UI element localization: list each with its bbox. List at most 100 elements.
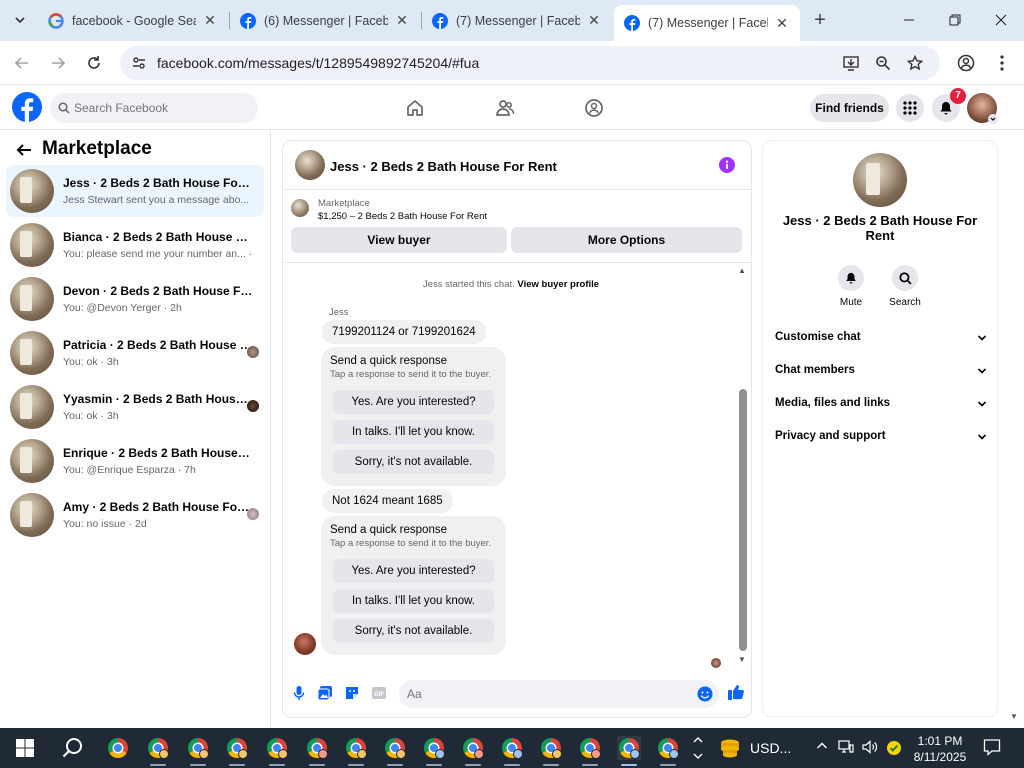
taskbar-scroll-arrows-icon[interactable] (692, 734, 704, 762)
new-tab-button[interactable]: + (808, 8, 832, 32)
taskbar-chrome-icon[interactable] (539, 736, 563, 766)
volume-icon[interactable] (862, 740, 878, 754)
facebook-search-input[interactable] (74, 93, 254, 123)
page-scroll-down-arrow[interactable]: ▼ (1010, 712, 1018, 721)
status-shield-icon[interactable] (886, 740, 902, 756)
conversation-item[interactable]: Enrique · 2 Beds 2 Bath House For ... Yo… (6, 435, 264, 487)
view-buyer-profile-link[interactable]: View buyer profile (517, 279, 599, 290)
search-action[interactable]: Search (880, 265, 930, 308)
taskbar-chrome-icon[interactable] (578, 736, 602, 766)
currency-ticker-widget[interactable]: USD... (718, 738, 791, 758)
taskbar-chrome-icon[interactable] (186, 736, 210, 766)
taskbar-chrome-icon[interactable] (383, 736, 407, 766)
browser-menu-button[interactable] (990, 51, 1014, 75)
forward-button[interactable] (46, 51, 70, 75)
taskbar-chrome-icon[interactable] (500, 736, 524, 766)
facebook-search-box[interactable] (50, 93, 258, 123)
taskbar-chrome-icon[interactable] (225, 736, 249, 766)
zoom-icon[interactable] (874, 54, 892, 72)
close-tab-icon[interactable]: ✕ (394, 12, 410, 29)
section-media-files-links[interactable]: Media, files and links (775, 397, 987, 417)
chat-title[interactable]: Jess · 2 Beds 2 Bath House For Rent (330, 159, 557, 174)
taskbar-chrome-icon[interactable] (422, 736, 446, 766)
quick-response-option[interactable]: In talks. I'll let you know. (333, 589, 494, 613)
message-input-box[interactable] (399, 680, 719, 708)
quick-response-option[interactable]: Yes. Are you interested? (333, 559, 494, 583)
conversation-item[interactable]: Devon · 2 Beds 2 Bath House For R... You… (6, 273, 264, 325)
info-icon[interactable] (719, 157, 735, 173)
quick-response-option[interactable]: Sorry, it's not available. (333, 450, 494, 474)
conversation-item[interactable]: Patricia · 2 Beds 2 Bath House F... You:… (6, 327, 264, 379)
close-tab-icon[interactable]: ✕ (774, 15, 790, 32)
install-app-icon[interactable] (842, 54, 860, 72)
action-center-icon[interactable] (983, 738, 1001, 756)
profile-button[interactable] (954, 51, 978, 75)
taskbar-chrome-icon[interactable] (305, 736, 329, 766)
section-customise-chat[interactable]: Customise chat (775, 331, 987, 351)
bookmark-star-icon[interactable] (906, 54, 924, 72)
message-bubble[interactable]: 7199201124 or 7199201624 (322, 320, 486, 344)
taskbar-chrome-icon-active[interactable] (617, 736, 641, 766)
close-tab-icon[interactable]: ✕ (586, 12, 602, 29)
message-bubble[interactable]: Not 1624 meant 1685 (322, 489, 453, 513)
nav-friends[interactable] (493, 96, 517, 120)
conversation-item[interactable]: Yyasmin · 2 Beds 2 Bath House ... You: o… (6, 381, 264, 433)
taskbar-chrome-icon[interactable] (656, 736, 680, 766)
listing-price[interactable]: $1,250 – 2 Beds 2 Bath House For Rent (318, 211, 487, 222)
sender-avatar[interactable] (294, 633, 316, 655)
tab-messenger-2[interactable]: (7) Messenger | Facebook ✕ (422, 6, 612, 35)
site-settings-icon[interactable] (130, 54, 148, 72)
nav-home[interactable] (403, 96, 427, 120)
tray-overflow-chevron-icon[interactable] (816, 740, 828, 752)
tab-google-search[interactable]: facebook - Google Search ✕ (38, 6, 228, 35)
section-chat-members[interactable]: Chat members (775, 364, 987, 384)
close-window-button[interactable] (978, 0, 1024, 40)
attach-photo-button[interactable] (317, 685, 333, 701)
taskbar-chrome-icon[interactable] (265, 736, 289, 766)
taskbar-clock[interactable]: 1:01 PM 8/11/2025 (905, 733, 975, 765)
sticker-button[interactable] (344, 685, 360, 701)
conversation-item[interactable]: Amy · 2 Beds 2 Bath House For ... You: n… (6, 489, 264, 541)
scroll-up-arrow[interactable]: ▲ (738, 266, 746, 275)
chat-avatar[interactable] (295, 150, 325, 180)
nav-groups[interactable] (582, 96, 606, 120)
message-input[interactable] (407, 680, 687, 708)
like-button[interactable] (727, 683, 745, 701)
taskbar-chrome-icon[interactable] (106, 736, 130, 760)
voice-clip-button[interactable] (291, 685, 307, 701)
minimize-button[interactable] (886, 0, 932, 40)
reload-button[interactable] (82, 51, 106, 75)
tab-messenger-1[interactable]: (6) Messenger | Facebook ✕ (230, 6, 420, 35)
network-icon[interactable] (838, 740, 854, 754)
quick-response-option[interactable]: In talks. I'll let you know. (333, 420, 494, 444)
account-chevron-icon[interactable] (988, 114, 998, 124)
thread-scrollbar[interactable]: ▲ ▼ (737, 265, 749, 670)
scroll-down-arrow[interactable]: ▼ (738, 655, 746, 664)
quick-response-option[interactable]: Sorry, it's not available. (333, 619, 494, 643)
scrollbar-thumb[interactable] (739, 389, 747, 651)
back-button[interactable] (10, 51, 34, 75)
taskbar-chrome-icon[interactable] (344, 736, 368, 766)
address-bar[interactable]: facebook.com/messages/t/1289549892745204… (120, 46, 940, 80)
mute-action[interactable]: Mute (826, 265, 876, 308)
emoji-icon[interactable] (697, 686, 713, 702)
tab-search-button[interactable] (8, 8, 32, 32)
gif-button[interactable]: GIF (371, 685, 387, 701)
start-button[interactable] (8, 728, 42, 768)
close-tab-icon[interactable]: ✕ (202, 12, 218, 29)
more-options-button[interactable]: More Options (511, 227, 742, 253)
taskbar-search-button[interactable] (56, 728, 90, 768)
menu-grid-button[interactable] (896, 94, 924, 122)
facebook-logo-icon[interactable] (12, 92, 42, 122)
section-privacy-support[interactable]: Privacy and support (775, 430, 987, 450)
tab-messenger-active[interactable]: (7) Messenger | Facebook ✕ (614, 5, 800, 41)
back-arrow-button[interactable] (14, 140, 34, 160)
taskbar-chrome-icon[interactable] (146, 736, 170, 766)
find-friends-button[interactable]: Find friends (810, 94, 889, 122)
taskbar-chrome-icon[interactable] (461, 736, 485, 766)
view-buyer-button[interactable]: View buyer (291, 227, 507, 253)
conversation-item[interactable]: Bianca · 2 Beds 2 Bath House For R... Yo… (6, 219, 264, 271)
restore-button[interactable] (932, 0, 978, 40)
quick-response-option[interactable]: Yes. Are you interested? (333, 390, 494, 414)
conversation-item[interactable]: Jess · 2 Beds 2 Bath House For Rent Jess… (6, 165, 264, 217)
